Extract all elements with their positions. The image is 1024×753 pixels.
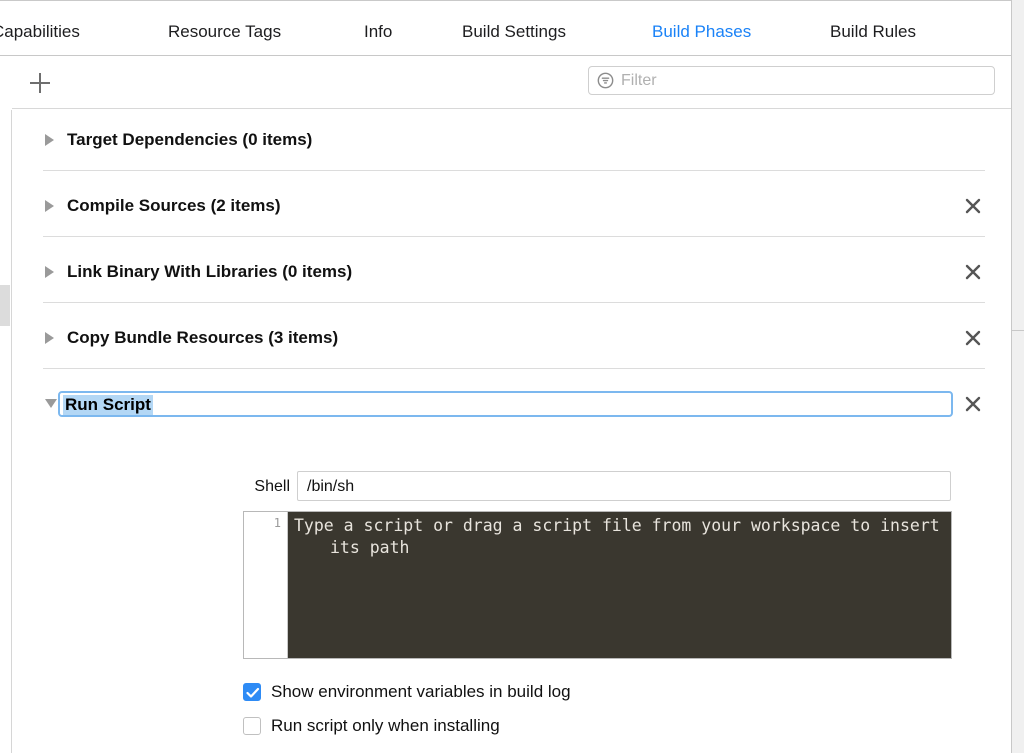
phase-row-compile-sources[interactable]: Compile Sources (2 items) xyxy=(12,176,1011,242)
disclosure-triangle-icon[interactable] xyxy=(45,266,54,278)
horizontal-scroll-strip[interactable] xyxy=(0,110,12,753)
phase-row-link-binary-with-libraries[interactable]: Link Binary With Libraries (0 items) xyxy=(12,242,1011,308)
disclosure-triangle-icon[interactable] xyxy=(45,332,54,344)
disclosure-triangle-icon[interactable] xyxy=(45,134,54,146)
tab-capabilities[interactable]: Capabilities xyxy=(0,22,80,42)
phase-row-target-dependencies[interactable]: Target Dependencies (0 items) xyxy=(12,110,1011,176)
close-icon xyxy=(965,330,981,346)
remove-phase-button[interactable] xyxy=(962,195,984,217)
shell-input[interactable]: /bin/sh xyxy=(297,471,951,501)
remove-phase-button[interactable] xyxy=(962,261,984,283)
script-gutter: 1 xyxy=(244,512,288,658)
script-placeholder: Type a script or drag a script file from… xyxy=(294,516,940,557)
editor-tab-bar: Capabilities Resource Tags Info Build Se… xyxy=(0,1,1011,56)
option-label[interactable]: Show environment variables in build log xyxy=(271,681,571,703)
filter-input[interactable]: Filter xyxy=(588,66,995,95)
tab-build-rules[interactable]: Build Rules xyxy=(830,22,916,42)
phase-separator xyxy=(43,368,985,369)
phase-title: Link Binary With Libraries (0 items) xyxy=(67,262,353,281)
shell-value: /bin/sh xyxy=(307,478,355,495)
script-editor[interactable]: 1 Type a script or drag a script file fr… xyxy=(243,511,952,659)
xcode-build-phases-pane: Capabilities Resource Tags Info Build Se… xyxy=(0,0,1024,753)
phase-separator xyxy=(43,302,985,303)
checkmark-icon xyxy=(246,687,260,698)
option-label[interactable]: Run script only when installing xyxy=(271,715,500,737)
phase-separator xyxy=(43,236,985,237)
remove-phase-button[interactable] xyxy=(962,393,984,415)
phases-toolbar: Filter xyxy=(12,57,1011,109)
run-script-name-value: Run Script xyxy=(63,395,153,415)
add-build-phase-button[interactable] xyxy=(24,67,56,99)
remove-phase-button[interactable] xyxy=(962,327,984,349)
phase-separator xyxy=(43,170,985,171)
filter-icon xyxy=(597,72,614,89)
disclosure-triangle-icon[interactable] xyxy=(45,399,57,408)
phase-title: Target Dependencies (0 items) xyxy=(67,130,313,149)
tab-resource-tags[interactable]: Resource Tags xyxy=(168,22,281,42)
filter-placeholder: Filter xyxy=(621,71,657,89)
tab-info[interactable]: Info xyxy=(364,22,392,42)
phase-title: Compile Sources (2 items) xyxy=(67,196,281,215)
close-icon xyxy=(965,198,981,214)
disclosure-triangle-icon[interactable] xyxy=(45,200,54,212)
checkbox-checked[interactable] xyxy=(243,683,261,701)
scrollbar-thumb[interactable] xyxy=(0,285,10,326)
right-chrome-seam xyxy=(1011,330,1024,331)
right-window-chrome xyxy=(1011,0,1024,753)
tab-list: Capabilities Resource Tags Info Build Se… xyxy=(0,1,1011,56)
tab-build-settings[interactable]: Build Settings xyxy=(462,22,566,42)
plus-icon xyxy=(30,73,50,93)
shell-label: Shell xyxy=(254,478,290,495)
phase-row-copy-bundle-resources[interactable]: Copy Bundle Resources (3 items) xyxy=(12,308,1011,374)
close-icon xyxy=(965,396,981,412)
close-icon xyxy=(965,264,981,280)
tab-build-phases[interactable]: Build Phases xyxy=(652,22,751,42)
phase-title: Copy Bundle Resources (3 items) xyxy=(67,328,339,347)
line-number: 1 xyxy=(273,516,281,530)
run-script-name-input[interactable]: Run Script xyxy=(58,391,953,417)
checkbox-unchecked[interactable] xyxy=(243,717,261,735)
